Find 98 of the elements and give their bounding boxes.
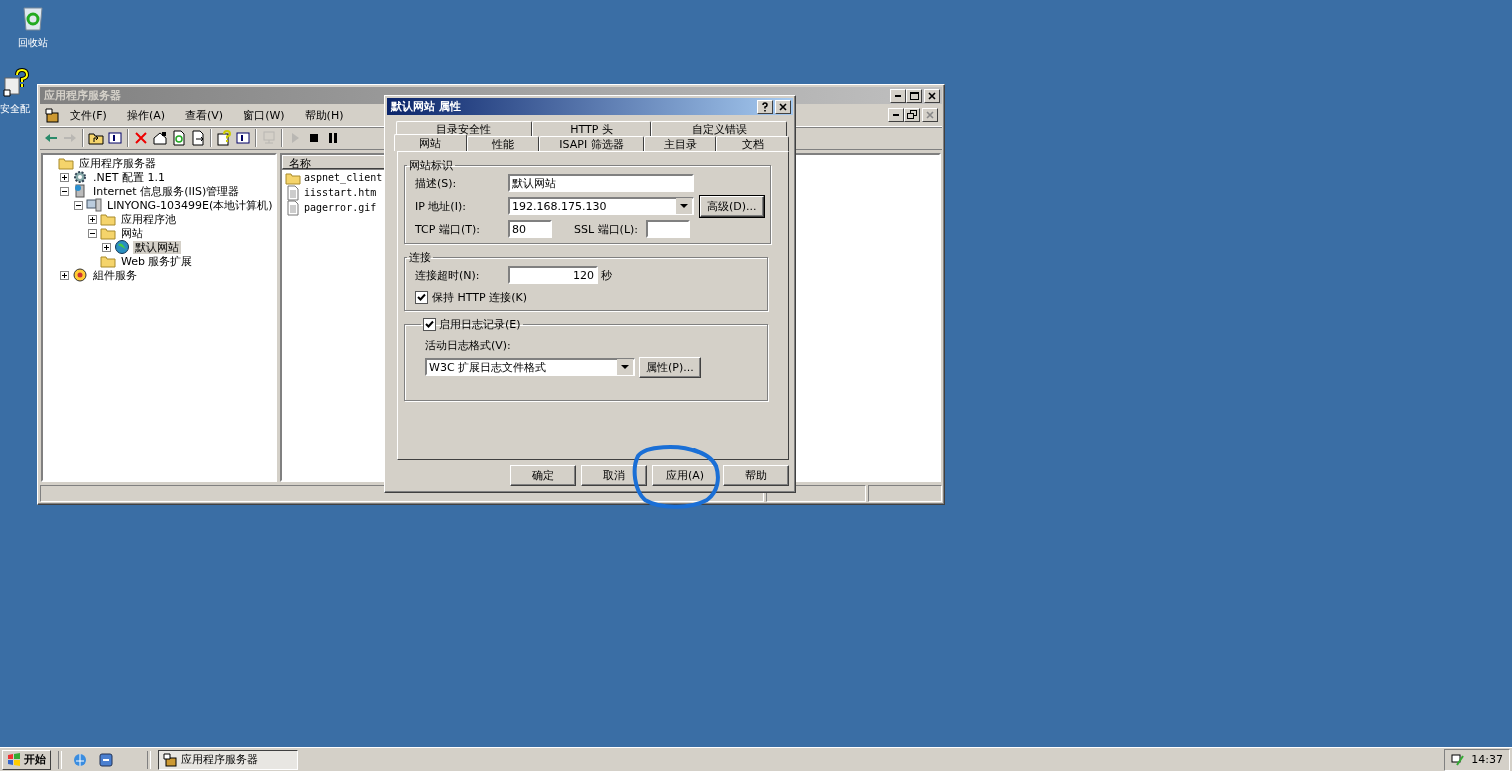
unit-label: 秒 (601, 267, 612, 283)
folder-icon (100, 225, 116, 241)
menu-item[interactable]: 帮助(H) (294, 107, 354, 123)
dialog-button[interactable]: 应用(A) (652, 465, 718, 486)
checkbox[interactable] (415, 290, 428, 304)
checkbox[interactable] (423, 318, 436, 331)
document-icon (285, 184, 301, 201)
list-item[interactable]: aspnet_client (304, 172, 383, 183)
port-field[interactable]: 80 (508, 220, 552, 238)
tab[interactable]: 自定义错误 (651, 121, 787, 136)
menu-item[interactable]: 操作(A) (116, 107, 176, 123)
tab[interactable]: 性能 (466, 136, 539, 151)
computer-icon (86, 197, 102, 213)
window-title: 应用程序服务器 (44, 88, 121, 103)
tab[interactable]: 主目录 (644, 136, 717, 151)
dialog-button[interactable]: 取消 (581, 465, 647, 486)
tab[interactable]: HTTP 头 (531, 121, 652, 136)
menu-item[interactable]: 窗口(W) (233, 107, 295, 123)
start-button[interactable]: 开始 (2, 749, 51, 770)
minimize-icon (895, 94, 901, 97)
app-icon (44, 107, 60, 123)
refresh-icon[interactable] (171, 130, 187, 146)
expand-icon[interactable] (88, 214, 97, 224)
close-button[interactable] (775, 99, 791, 114)
collapse-icon[interactable] (74, 200, 83, 210)
close-button[interactable] (922, 108, 938, 122)
dialog-button[interactable]: 确定 (510, 465, 576, 486)
checkbox-label[interactable]: 启用日志记录(E) (439, 317, 521, 332)
panel-icon[interactable] (235, 130, 251, 146)
expand-icon[interactable] (60, 270, 69, 280)
tab[interactable]: 文档 (716, 136, 789, 151)
tree-item[interactable]: LINYONG-103499E(本地计算机) (105, 198, 275, 212)
server-icon (72, 183, 88, 199)
close-icon (926, 89, 938, 102)
list-item[interactable]: iisstart.htm (304, 187, 377, 198)
dialog-button[interactable]: 帮助 (723, 465, 789, 486)
restore-button[interactable] (904, 108, 920, 122)
properties-button[interactable]: 属性(P)... (639, 356, 701, 378)
dropdown[interactable]: W3C 扩展日志文件格式 (425, 358, 635, 376)
clock: 14:37 (1471, 753, 1503, 766)
tree-item[interactable]: 应用程序池 (119, 212, 178, 226)
group-title: 连接 (409, 250, 431, 265)
group-title: 网站标识 (409, 158, 453, 173)
help-button[interactable] (757, 99, 773, 114)
port-field[interactable] (646, 220, 690, 238)
panel-icon[interactable] (107, 130, 123, 146)
folder-icon (100, 211, 116, 227)
tab[interactable]: 目录安全性 (396, 121, 532, 136)
tree-item[interactable]: 組件服务 (91, 268, 139, 282)
taskbar-button[interactable]: 应用程序服务器 (158, 749, 298, 770)
globe-icon (114, 239, 130, 255)
document-icon (285, 199, 301, 216)
field-label: SSL 端口(L): (574, 221, 638, 237)
windows-logo-icon (7, 752, 21, 767)
desktop-shortcut[interactable]: 回收站 (0, 2, 66, 50)
collapse-icon[interactable] (88, 228, 97, 238)
close-icon (777, 100, 789, 113)
list-item[interactable]: pagerror.gif (304, 202, 377, 213)
menu-item[interactable]: 文件(F) (60, 107, 117, 123)
field-label: 活动日志格式(V): (425, 338, 512, 353)
help-icon[interactable] (216, 130, 232, 146)
close-icon (924, 109, 936, 121)
tab[interactable]: ISAPI 筛选器 (538, 136, 645, 151)
document-question-icon (0, 68, 32, 100)
dropdown[interactable]: 192.168.175.130 (508, 197, 694, 215)
checkbox-label[interactable]: 保持 HTTP 连接(K) (432, 289, 527, 305)
tree-item[interactable]: 网站 (119, 226, 145, 240)
folder-up-icon[interactable] (88, 130, 104, 146)
advanced-button[interactable]: 高级(D)... (700, 195, 764, 217)
app-icon (163, 752, 177, 767)
input-field[interactable]: 默认网站 (508, 174, 694, 192)
help-icon (759, 100, 771, 113)
restore-icon (906, 109, 918, 121)
folder-icon (100, 253, 116, 269)
tree-item[interactable]: 默认网站 (133, 240, 181, 254)
component-icon (72, 267, 88, 283)
dialog-title: 默认网站 属性 (391, 99, 461, 114)
tree-item[interactable]: Web 服务扩展 (119, 254, 195, 268)
tree-item[interactable]: Internet 信息服务(IIS)管理器 (91, 184, 242, 198)
timeout-field[interactable]: 120 (508, 266, 598, 284)
export-icon[interactable] (190, 130, 206, 146)
collapse-icon[interactable] (60, 186, 69, 196)
field-label: TCP 端口(T): (415, 221, 481, 237)
field-label: 描述(S): (415, 175, 458, 191)
field-label: 连接超时(N): (415, 267, 481, 283)
expand-icon[interactable] (102, 242, 111, 252)
tree-item[interactable]: 应用程序服务器 (77, 156, 158, 170)
menu-item[interactable]: 查看(V) (175, 107, 234, 123)
minimize-button[interactable] (888, 108, 904, 122)
field-label: IP 地址(I): (415, 198, 467, 214)
gear-icon (72, 169, 88, 185)
minimize-icon (893, 114, 899, 116)
folder-icon (58, 155, 74, 171)
expand-icon[interactable] (60, 172, 69, 182)
tree-item[interactable]: .NET 配置 1.1 (91, 170, 167, 184)
tab[interactable]: 网站 (394, 134, 467, 151)
desktop-shortcut[interactable]: 安全配 (0, 68, 34, 116)
network-icon (1451, 752, 1466, 767)
